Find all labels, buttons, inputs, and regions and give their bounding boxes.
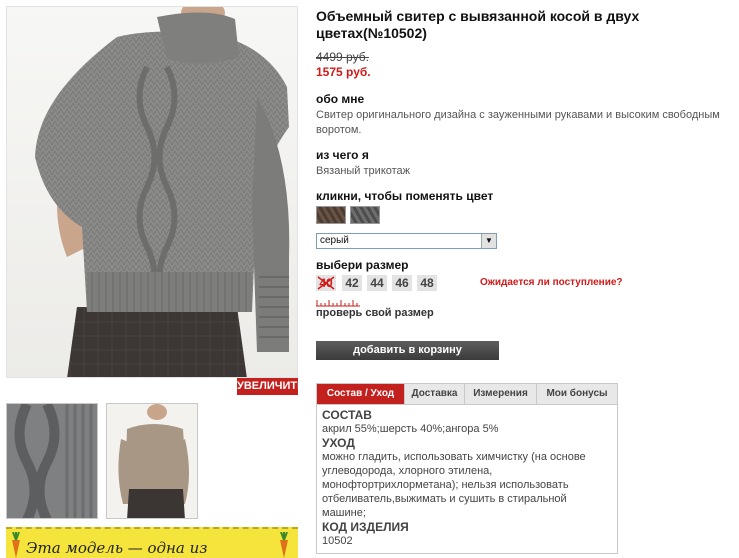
info-tabs: Состав / Уход Доставка Измерения Мои бон… [316,383,618,405]
tab-panel-composition-care: СОСТАВ акрил 55%;шерсть 40%;ангора 5% УХ… [316,404,618,554]
tab-composition-care[interactable]: Состав / Уход [317,384,405,404]
size-option-44[interactable]: 44 [367,275,387,291]
old-price: 4499 руб. [316,50,369,64]
about-heading: обо мне [316,92,365,106]
care-heading: УХОД [322,436,355,450]
knit-closeup-image [7,404,97,518]
thumbnail-knit-closeup[interactable] [6,403,98,519]
color-swatch-grey[interactable] [350,206,380,224]
product-code: 10502 [322,535,353,547]
size-option-46[interactable]: 46 [392,275,412,291]
size-option-40-unavailable[interactable]: 40 [316,275,336,291]
tab-measurements[interactable]: Измерения [465,384,537,404]
carrot-icon [12,532,20,558]
ruler-icon [316,300,360,307]
current-price: 1575 руб. [316,65,371,79]
material-text: Вязаный трикотаж [316,165,411,177]
composition-heading: СОСТАВ [322,408,372,422]
color-select-value: серый [320,235,349,246]
sweater-photo-illustration [35,7,290,377]
product-title: Объемный свитер с вывязанной косой в дву… [316,8,640,41]
size-heading: выбери размер [316,258,409,272]
thumbnail-beige-variant[interactable] [106,403,198,519]
beige-sweater-image [118,404,189,518]
check-size-link[interactable]: проверь свой размер [316,307,434,319]
care-text: можно гладить, использовать химчистку (н… [322,451,586,519]
tab-delivery[interactable]: Доставка [405,384,465,404]
size-option-42[interactable]: 42 [342,275,362,291]
tab-bonuses[interactable]: Мои бонусы [537,384,617,404]
composition-text: акрил 55%;шерсть 40%;ангора 5% [322,423,499,435]
restock-link[interactable]: Ожидается ли поступление? [480,277,623,288]
color-heading: кликни, чтобы поменять цвет [316,189,494,203]
product-main-photo[interactable] [6,6,298,378]
color-select[interactable]: серый ▼ [316,233,497,249]
color-swatch-brown[interactable] [316,206,346,224]
chevron-down-icon[interactable]: ▼ [481,234,496,248]
promo-banner[interactable]: Эта модель — одна из [6,527,298,558]
material-heading: из чего я [316,148,369,162]
carrot-icon [280,532,288,558]
about-text: Свитер оригинального дизайна с зауженным… [316,109,720,136]
promo-text: Эта модель — одна из [26,539,208,557]
add-to-cart-button[interactable]: добавить в корзину [316,341,499,360]
size-option-48[interactable]: 48 [417,275,437,291]
size-label: 40 [319,276,333,290]
product-code-heading: КОД ИЗДЕЛИЯ [322,520,409,534]
zoom-button[interactable]: УВЕЛИЧИТЬ [237,378,305,395]
